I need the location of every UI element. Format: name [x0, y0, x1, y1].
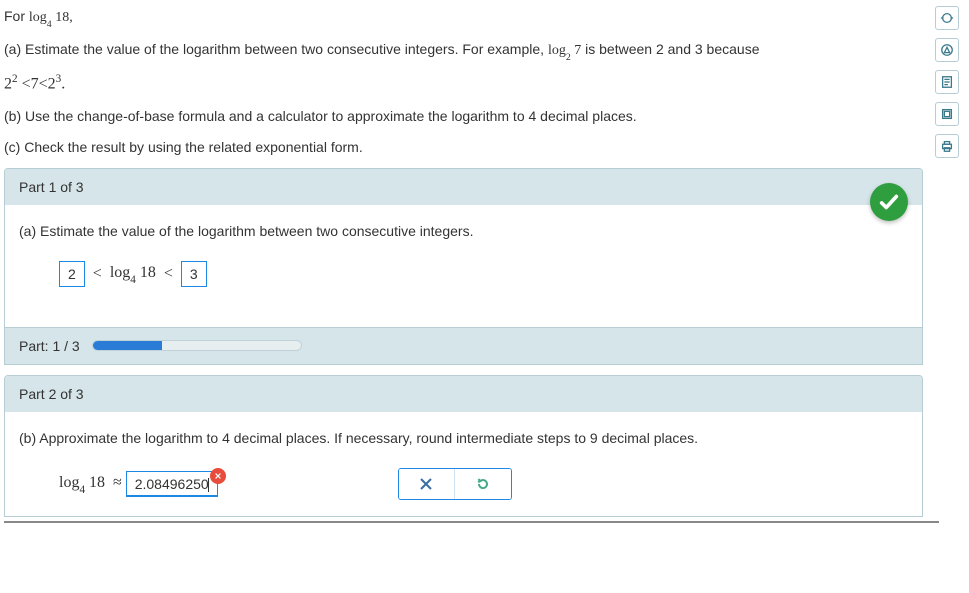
part2-prompt: (b) Approximate the logarithm to 4 decim… — [19, 430, 908, 446]
reset-button[interactable] — [455, 469, 511, 499]
progress-label: Part: 1 / 3 — [19, 338, 80, 354]
print-icon — [940, 139, 954, 153]
tool-print-button[interactable] — [935, 134, 959, 158]
part2-value-text: 2.08496250 — [135, 476, 209, 492]
part1-lt1: < — [93, 265, 102, 283]
action-box — [398, 468, 512, 500]
part1-prompt: (a) Estimate the value of the logarithm … — [19, 223, 908, 239]
tool-settings-button[interactable] — [935, 6, 959, 30]
cancel-button[interactable] — [399, 469, 455, 499]
ineq-lt1: < — [22, 76, 31, 93]
part1-answer-row: 2 < log4 18 < 3 — [59, 261, 908, 287]
settings-icon — [940, 11, 954, 25]
ineq-lt2: < — [39, 76, 48, 93]
intro-prefix: For — [4, 8, 29, 24]
correct-badge — [870, 183, 908, 221]
intro-line: For log4 18, — [4, 8, 923, 28]
tool-highlight-button[interactable] — [935, 102, 959, 126]
p2-approx: ≈ — [113, 474, 122, 491]
p1-log-base: 4 — [130, 274, 136, 286]
prompt-b: (b) Use the change-of-base formula and a… — [4, 105, 923, 127]
right-toolbar — [935, 6, 963, 158]
clear-input-button[interactable] — [210, 468, 226, 484]
p1-log-label: log — [110, 264, 130, 281]
prompt-c: (c) Check the result by using the relate… — [4, 136, 923, 158]
ineq-mid: 7 — [31, 76, 39, 93]
main-content: For log4 18, (a) Estimate the value of t… — [0, 0, 935, 517]
progress-fill — [93, 341, 162, 350]
close-icon — [214, 472, 222, 480]
part1-header: Part 1 of 3 — [5, 169, 922, 205]
ineq-lbase: 2 — [4, 76, 12, 93]
ineq-lexp: 2 — [12, 73, 18, 85]
ex-between: is between 2 and 3 because — [581, 41, 759, 57]
intro-log-arg: 18, — [55, 10, 73, 25]
part2-panel: Part 2 of 3 (b) Approximate the logarith… — [4, 375, 923, 517]
progress-track — [92, 340, 302, 351]
bottom-divider — [4, 521, 939, 523]
p2-log-arg: 18 — [89, 474, 105, 491]
notes-icon — [940, 75, 954, 89]
x-icon — [418, 476, 434, 492]
p2-log-base: 4 — [79, 484, 85, 496]
ex-log-base: 2 — [566, 52, 571, 63]
part2-value-input[interactable]: 2.08496250 — [126, 471, 218, 497]
question-a: (a) Estimate the value of the logarithm … — [4, 38, 923, 63]
ineq-period: . — [61, 76, 65, 93]
inequality-line: 22 <7<23. — [4, 71, 923, 97]
part2-answer-row: log4 18 ≈ 2.08496250 — [59, 468, 908, 500]
intro-log-label: log — [29, 10, 47, 25]
ineq-rbase: 2 — [48, 76, 56, 93]
undo-icon — [475, 476, 491, 492]
highlight-icon — [940, 107, 954, 121]
check-icon — [878, 191, 900, 213]
part2-header: Part 2 of 3 — [5, 376, 922, 412]
p2-log-label: log — [59, 474, 79, 491]
tool-guide-button[interactable] — [935, 38, 959, 62]
part1-lower-input[interactable]: 2 — [59, 261, 85, 287]
part1-upper-input[interactable]: 3 — [181, 261, 207, 287]
progress-row: Part: 1 / 3 — [4, 328, 923, 365]
prompt-a: (a) Estimate the value of the logarithm … — [4, 41, 548, 57]
compass-icon — [940, 43, 954, 57]
part1-lt2: < — [164, 265, 173, 283]
p1-log-arg: 18 — [140, 264, 156, 281]
text-cursor — [208, 478, 209, 492]
ex-log-label: log — [548, 43, 566, 58]
part1-panel: Part 1 of 3 (a) Estimate the value of th… — [4, 168, 923, 328]
tool-notes-button[interactable] — [935, 70, 959, 94]
intro-log-base: 4 — [47, 19, 52, 30]
